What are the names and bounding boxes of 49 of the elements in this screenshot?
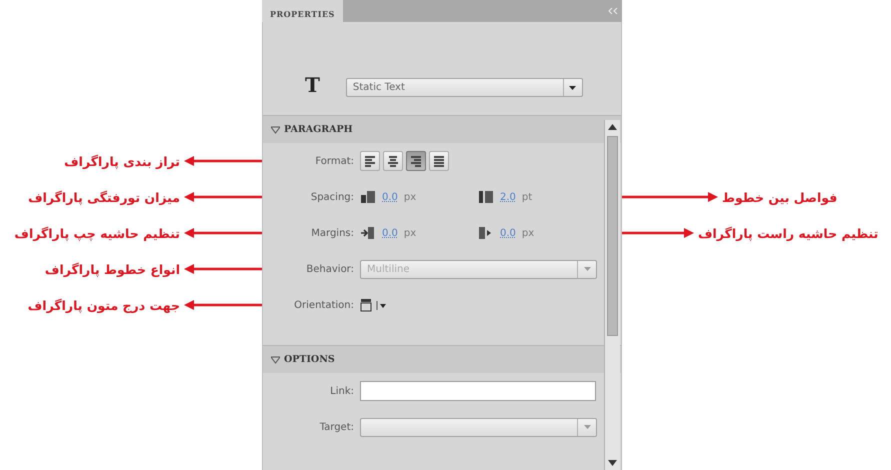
caret-icon — [584, 425, 590, 429]
callout-label: میزان تورفتگی پاراگراف — [28, 190, 180, 204]
dropdown[interactable]: Static Text — [346, 78, 583, 97]
field-label: Behavior: — [305, 264, 355, 274]
caret-icon — [584, 267, 590, 271]
left-margin-icon — [360, 225, 376, 241]
field-label: Target: — [318, 422, 355, 432]
arrow — [622, 228, 694, 238]
section-header[interactable]: OPTIONS — [262, 345, 622, 373]
scrollbar[interactable] — [604, 120, 620, 470]
unit-label: pt — [522, 192, 532, 202]
value-field[interactable]: 0.0 — [500, 228, 516, 238]
field-label: Format: — [314, 156, 355, 166]
field-label: Link: — [329, 386, 355, 396]
value-field[interactable]: 0.0 — [382, 228, 398, 238]
panel-tab[interactable]: PROPERTIES — [262, 0, 343, 22]
field-label: Spacing: — [310, 192, 355, 202]
unit-label: px — [404, 228, 416, 238]
caret-icon — [569, 86, 576, 90]
expanded-icon — [271, 126, 280, 134]
callout-label: تراز بندی پاراگراف — [64, 154, 180, 168]
align-button[interactable] — [360, 151, 380, 171]
callout-label: تنظیم حاشیه راست پاراگراف — [698, 226, 878, 240]
align-center-icon — [386, 154, 400, 168]
input-field[interactable] — [360, 381, 596, 401]
scroll-down-icon[interactable] — [608, 460, 617, 466]
line-spacing-icon — [478, 189, 494, 205]
text-orientation-icon[interactable] — [360, 298, 386, 312]
field-label: Orientation: — [293, 300, 355, 310]
callout-label: انواع خطوط پاراگراف — [44, 262, 180, 276]
align-right-icon — [409, 154, 423, 168]
unit-label: px — [522, 228, 534, 238]
callout-label: تنظیم حاشیه چپ پاراگراف — [14, 226, 180, 240]
field-label: Margins: — [310, 228, 355, 238]
align-left-icon — [363, 154, 377, 168]
indent-icon — [360, 189, 376, 205]
value-field[interactable]: 2.0 — [500, 192, 516, 202]
scroll-up-icon[interactable] — [608, 124, 617, 130]
value-field[interactable]: 0.0 — [382, 192, 398, 202]
callout-label: جهت درج متون پاراگراف — [28, 298, 180, 312]
align-button[interactable] — [383, 151, 403, 171]
align-button[interactable] — [406, 151, 426, 171]
text-tool-icon: T — [305, 73, 320, 97]
align-button[interactable] — [429, 151, 449, 171]
align-justify-icon — [432, 154, 446, 168]
callout-label: فواصل بین خطوط — [722, 190, 838, 204]
expanded-icon — [271, 356, 280, 364]
unit-label: px — [404, 192, 416, 202]
section-header[interactable]: PARAGRAPH — [262, 115, 622, 143]
